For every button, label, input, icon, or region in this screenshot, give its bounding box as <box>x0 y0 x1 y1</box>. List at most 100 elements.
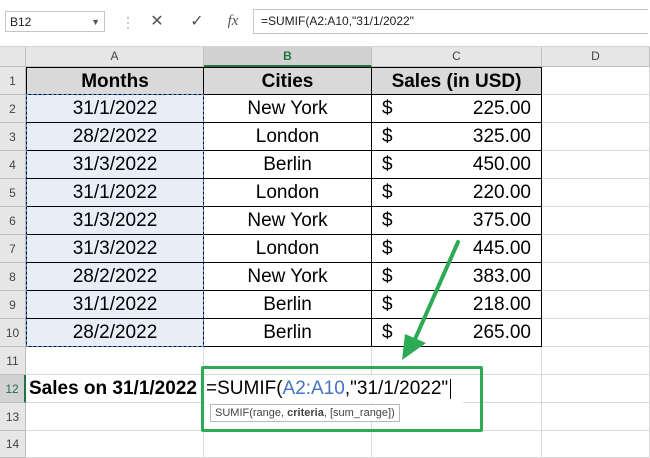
row-header-10[interactable]: 10 <box>0 319 26 347</box>
sales-amount: 445.00 <box>472 238 531 259</box>
currency-symbol: $ <box>382 182 393 203</box>
sales-amount: 325.00 <box>472 126 531 147</box>
currency-symbol: $ <box>382 266 393 287</box>
cell-city[interactable]: Berlin <box>204 319 372 347</box>
cell-month[interactable]: 28/2/2022 <box>26 123 204 151</box>
row-header-11[interactable]: 11 <box>0 347 26 375</box>
cell-city[interactable]: Berlin <box>204 291 372 319</box>
cell-city[interactable]: London <box>204 235 372 263</box>
cell-a13[interactable] <box>26 403 204 431</box>
cell-d10[interactable] <box>542 319 650 347</box>
cell-month[interactable]: 31/1/2022 <box>26 291 204 319</box>
cell-c14[interactable] <box>372 431 542 458</box>
column-header-d[interactable]: D <box>542 47 650 67</box>
label-cell[interactable]: Sales on 31/1/2022 <box>26 375 204 403</box>
drag-handle-icon[interactable]: ⋮ <box>121 14 135 31</box>
sales-amount: 375.00 <box>472 210 531 231</box>
cell-d1[interactable] <box>542 67 650 95</box>
cell-city[interactable]: London <box>204 123 372 151</box>
currency-symbol: $ <box>382 322 393 343</box>
column-header-a[interactable]: A <box>26 47 204 67</box>
row-header-2[interactable]: 2 <box>0 95 26 123</box>
chevron-down-icon[interactable]: ▼ <box>91 12 100 33</box>
cell-d11[interactable] <box>542 347 650 375</box>
name-box-value: B12 <box>10 15 32 29</box>
function-tooltip[interactable]: SUMIF(range, criteria, [sum_range]) <box>210 404 400 422</box>
row-header-14[interactable]: 14 <box>0 431 26 458</box>
cell-d6[interactable] <box>542 207 650 235</box>
cell-month[interactable]: 31/3/2022 <box>26 151 204 179</box>
cell-month[interactable]: 31/3/2022 <box>26 235 204 263</box>
cell-sales[interactable]: $218.00 <box>372 291 542 319</box>
cell-d8[interactable] <box>542 263 650 291</box>
cell-month[interactable]: 28/2/2022 <box>26 319 204 347</box>
cell-d13[interactable] <box>542 403 650 431</box>
sales-amount: 220.00 <box>472 182 531 203</box>
cell-sales[interactable]: $445.00 <box>372 235 542 263</box>
cell-a11[interactable] <box>26 347 204 375</box>
formula-criteria: ,"31/1/2022" <box>344 378 449 399</box>
name-box[interactable]: B12 ▼ <box>5 11 105 32</box>
cell-sales[interactable]: $265.00 <box>372 319 542 347</box>
cancel-icon[interactable]: ✕ <box>142 9 172 34</box>
cell-sales[interactable]: $220.00 <box>372 179 542 207</box>
cell-city[interactable]: New York <box>204 263 372 291</box>
sales-amount: 450.00 <box>472 154 531 175</box>
column-header-b[interactable]: B <box>204 47 372 67</box>
cell-month[interactable]: 31/3/2022 <box>26 207 204 235</box>
currency-symbol: $ <box>382 210 393 231</box>
header-cities[interactable]: Cities <box>204 67 372 95</box>
tooltip-rest: , [sum_range]) <box>323 407 395 419</box>
row-header-8[interactable]: 8 <box>0 263 26 291</box>
cell-month[interactable]: 31/1/2022 <box>26 179 204 207</box>
cell-a14[interactable] <box>26 431 204 458</box>
row-header-4[interactable]: 4 <box>0 151 26 179</box>
cell-d9[interactable] <box>542 291 650 319</box>
active-cell-editor[interactable]: =SUMIF(A2:A10,"31/1/2022" <box>203 375 463 403</box>
currency-symbol: $ <box>382 154 393 175</box>
cell-d4[interactable] <box>542 151 650 179</box>
cell-sales[interactable]: $450.00 <box>372 151 542 179</box>
insert-function-icon[interactable]: fx <box>218 9 248 34</box>
cell-city[interactable]: London <box>204 179 372 207</box>
cell-d12[interactable] <box>542 375 650 403</box>
cell-city[interactable]: New York <box>204 207 372 235</box>
row-header-5[interactable]: 5 <box>0 179 26 207</box>
cell-month[interactable]: 31/1/2022 <box>26 95 204 123</box>
cell-sales[interactable]: $225.00 <box>372 95 542 123</box>
cell-sales[interactable]: $375.00 <box>372 207 542 235</box>
cell-sales[interactable]: $383.00 <box>372 263 542 291</box>
formula-input[interactable]: =SUMIF(A2:A10,"31/1/2022" <box>253 9 648 34</box>
cell-city[interactable]: Berlin <box>204 151 372 179</box>
row-header-12[interactable]: 12 <box>0 375 26 403</box>
row-header-9[interactable]: 9 <box>0 291 26 319</box>
column-header-c[interactable]: C <box>372 47 542 67</box>
row-header-13[interactable]: 13 <box>0 403 26 431</box>
cell-city[interactable]: New York <box>204 95 372 123</box>
formula-buttons: ✕ ✓ fx <box>138 9 252 34</box>
sales-amount: 218.00 <box>472 294 531 315</box>
header-sales[interactable]: Sales (in USD) <box>372 67 542 95</box>
currency-symbol: $ <box>382 126 393 147</box>
sales-amount: 225.00 <box>472 98 531 119</box>
cell-b11[interactable] <box>204 347 372 375</box>
cell-sales[interactable]: $325.00 <box>372 123 542 151</box>
formula-bar-area: B12 ▼ ⋮ ✕ ✓ fx =SUMIF(A2:A10,"31/1/2022" <box>0 0 650 47</box>
cell-d5[interactable] <box>542 179 650 207</box>
cell-c11[interactable] <box>372 347 542 375</box>
cell-d14[interactable] <box>542 431 650 458</box>
select-all-corner[interactable] <box>0 47 26 67</box>
header-months[interactable]: Months <box>26 67 204 95</box>
row-header-3[interactable]: 3 <box>0 123 26 151</box>
cell-d3[interactable] <box>542 123 650 151</box>
row-header-1[interactable]: 1 <box>0 67 26 95</box>
enter-icon[interactable]: ✓ <box>182 9 212 34</box>
cell-d7[interactable] <box>542 235 650 263</box>
tooltip-current-arg: criteria <box>287 407 324 419</box>
cell-d2[interactable] <box>542 95 650 123</box>
cell-b14[interactable] <box>204 431 372 458</box>
cell-month[interactable]: 28/2/2022 <box>26 263 204 291</box>
row-header-7[interactable]: 7 <box>0 235 26 263</box>
currency-symbol: $ <box>382 238 393 259</box>
row-header-6[interactable]: 6 <box>0 207 26 235</box>
